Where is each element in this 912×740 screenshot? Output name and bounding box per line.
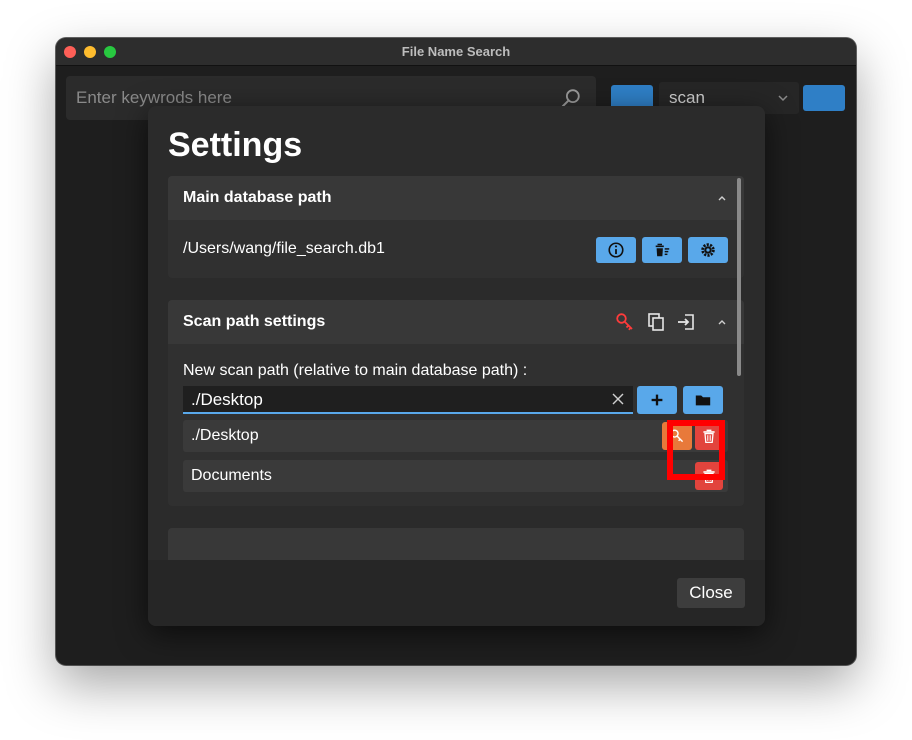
info-button[interactable] <box>596 237 636 263</box>
main-db-header[interactable]: Main database path <box>168 176 744 220</box>
scrollbar[interactable] <box>737 178 741 376</box>
plus-icon <box>651 394 663 406</box>
main-db-title: Main database path <box>183 189 332 206</box>
dialog-footer: Close <box>148 560 765 626</box>
folder-icon <box>695 395 711 406</box>
list-item[interactable]: ./Desktop <box>183 420 728 452</box>
browse-folder-button[interactable] <box>683 386 723 414</box>
gear-icon <box>701 243 715 257</box>
scan-mode-value: scan <box>669 88 705 107</box>
title-bar: File Name Search <box>56 38 856 66</box>
scan-path-title: Scan path settings <box>183 313 326 330</box>
settings-content: Main database path /Users/wang/file_sear… <box>148 176 765 560</box>
new-scan-path-field <box>183 386 633 414</box>
import-icon[interactable] <box>676 312 696 332</box>
key-icon[interactable] <box>615 312 635 332</box>
scan-path-item-label: Documents <box>191 467 272 484</box>
info-icon <box>608 242 624 258</box>
window-title: File Name Search <box>401 44 511 59</box>
next-section-header[interactable] <box>168 528 744 560</box>
scan-path-section: Scan path settings New scan path (relati… <box>168 300 744 506</box>
scan-path-item-label: ./Desktop <box>191 427 259 444</box>
chevron-up-icon[interactable] <box>716 316 728 328</box>
main-db-section: Main database path /Users/wang/file_sear… <box>168 176 744 278</box>
settings-dialog: Settings Main database path /Users/wang/… <box>148 106 765 626</box>
clear-icon[interactable] <box>611 392 625 406</box>
next-section <box>168 528 744 560</box>
new-scan-path-input[interactable] <box>191 389 591 411</box>
scan-button[interactable] <box>803 85 845 111</box>
dialog-title: Settings <box>168 126 303 164</box>
main-db-path: /Users/wang/file_search.db1 <box>183 240 385 257</box>
chevron-up-icon[interactable] <box>716 192 728 204</box>
clear-database-button[interactable] <box>642 237 682 263</box>
highlight-box <box>667 420 725 480</box>
list-item[interactable]: Documents <box>183 460 728 492</box>
add-scan-path-button[interactable] <box>637 386 677 414</box>
close-button[interactable]: Close <box>677 578 745 608</box>
copy-icon[interactable] <box>646 312 666 332</box>
trash-list-icon <box>655 243 670 257</box>
chevron-down-icon <box>778 95 788 102</box>
scan-path-header[interactable]: Scan path settings <box>168 300 744 344</box>
new-scan-path-label: New scan path (relative to main database… <box>183 362 528 379</box>
database-settings-button[interactable] <box>688 237 728 263</box>
